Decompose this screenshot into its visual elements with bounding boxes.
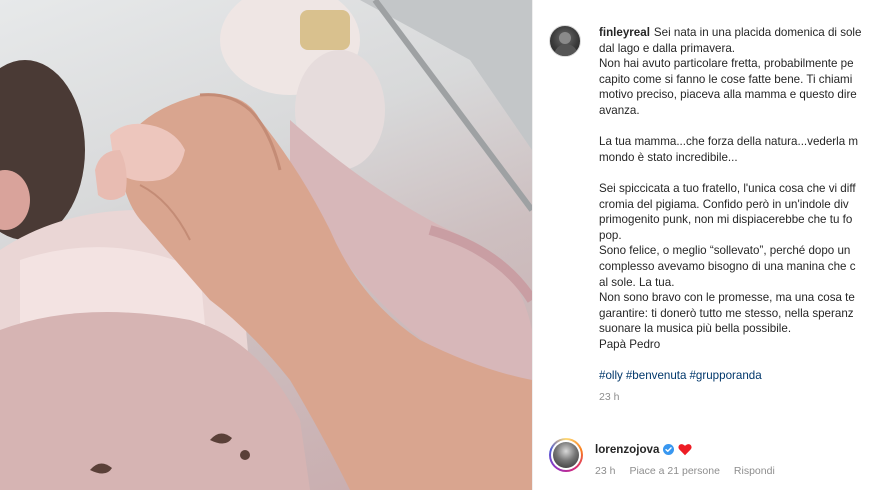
- post-caption-row: finleyreal Sei nata in una placida domeni…: [549, 25, 871, 405]
- commenter-username[interactable]: lorenzojova: [595, 443, 659, 456]
- post-photo[interactable]: [0, 0, 532, 490]
- commenter-avatar-frame: [551, 440, 581, 470]
- caption-area[interactable]: finleyreal Sei nata in una placida domeni…: [533, 0, 871, 430]
- hashtag-link[interactable]: #grupporanda: [689, 369, 761, 382]
- caption-line-0: finleyreal Sei nata in una placida domeni…: [599, 25, 871, 41]
- caption-line: motivo preciso, piaceva alla mamma e que…: [599, 88, 857, 102]
- hashtags: #olly #benvenuta #grupporanda: [599, 368, 871, 384]
- caption-line: Non sono bravo con le promesse, ma una c…: [599, 291, 855, 305]
- comment-timestamp[interactable]: 23 h: [595, 465, 615, 477]
- caption-line: Papà Pedro: [599, 337, 661, 351]
- hashtag-link[interactable]: #olly: [599, 369, 623, 382]
- post-side-panel: finleyreal Sei nata in una placida domeni…: [532, 0, 871, 490]
- author-username[interactable]: finleyreal: [599, 26, 650, 39]
- author-avatar[interactable]: [549, 25, 581, 57]
- caption-line: complesso avevamo bisogno di una manina …: [599, 259, 856, 273]
- caption-line: al sole. La tua.: [599, 275, 675, 289]
- comment-line: lorenzojova: [595, 443, 775, 456]
- caption-line: Sei spiccicata a tuo fratello, l'unica c…: [599, 181, 856, 195]
- reply-button[interactable]: Rispondi: [734, 465, 775, 477]
- caption-line: capito come si fanno le cose fatte bene.…: [599, 72, 853, 86]
- caption-line: dal lago e dalla primavera.: [599, 41, 735, 55]
- post-photo-illustration: [0, 0, 532, 490]
- caption-line: suonare la musica più bella possibile.: [599, 322, 792, 336]
- caption-line: primogenito punk, non mi dispiacerebbe c…: [599, 213, 853, 227]
- red-heart-icon: [678, 444, 693, 456]
- caption-line: garantire: ti donerò tutto me stesso, ne…: [599, 306, 854, 320]
- commenter-avatar: [553, 442, 579, 468]
- caption-line: cromia del pigiama. Confido però in un'i…: [599, 197, 849, 211]
- comment-body: lorenzojova 23 h Piace a 21 persone Risp…: [595, 438, 775, 477]
- verified-badge-icon: [663, 444, 675, 455]
- caption-line: pop.: [599, 228, 622, 242]
- caption-line: mondo è stato incredibile...: [599, 150, 738, 164]
- comment-row: lorenzojova 23 h Piace a 21 persone Risp…: [549, 438, 871, 477]
- caption-line: La tua mamma...che forza della natura...…: [599, 135, 859, 149]
- comment-likes[interactable]: Piace a 21 persone: [629, 465, 719, 477]
- comment-meta: 23 h Piace a 21 persone Rispondi: [595, 465, 775, 477]
- caption-line-text: Sei nata in una placida domenica di sole: [653, 26, 862, 39]
- post-caption: finleyreal Sei nata in una placida domeni…: [599, 25, 871, 405]
- commenter-avatar-story-ring[interactable]: [549, 438, 583, 472]
- hashtag-link[interactable]: #benvenuta: [626, 369, 687, 382]
- caption-line: Sono felice, o meglio “sollevato”, perch…: [599, 244, 851, 258]
- caption-line: avanza.: [599, 103, 640, 117]
- caption-line: Non hai avuto particolare fretta, probab…: [599, 57, 854, 71]
- post-timestamp[interactable]: 23 h: [599, 390, 871, 406]
